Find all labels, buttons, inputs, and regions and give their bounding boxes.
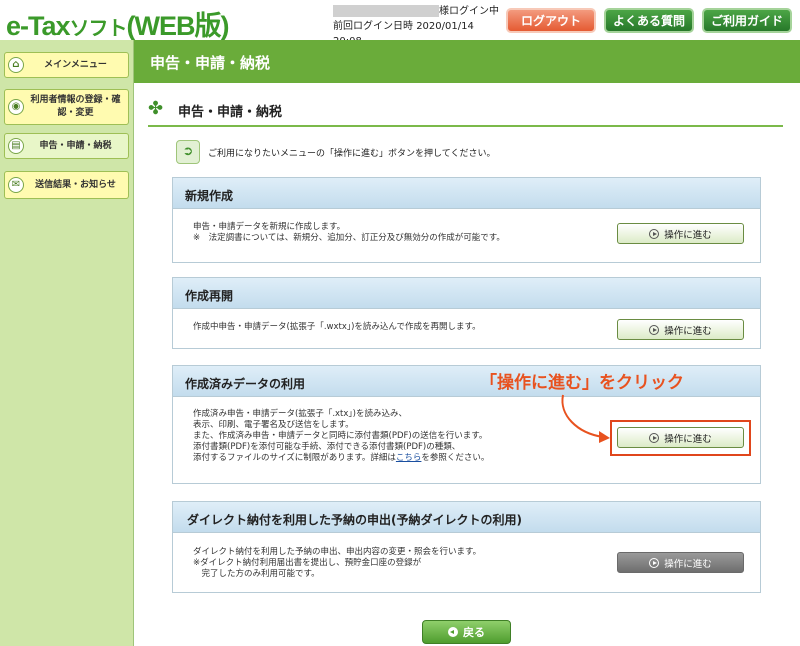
section-resume: 作成再開 作成中申告・申請データ(拡張子「.wxtx」)を読み込んで作成を再開し… xyxy=(172,277,761,349)
sidebar-item-user-info[interactable]: ◉ 利用者情報の登録・確認・変更 xyxy=(4,89,129,125)
proceed-button-resume[interactable]: 操作に進む xyxy=(617,319,744,340)
play-icon xyxy=(649,324,660,335)
user-icon: ◉ xyxy=(8,99,24,115)
button-label: 操作に進む xyxy=(664,558,712,570)
logo-web: (WEB版) xyxy=(126,11,230,41)
section-description: 申告・申請データを新規に作成します。 ※ 法定調書については、新規分、追加分、訂… xyxy=(193,222,505,244)
sidebar-item-label: 申告・申請・納税 xyxy=(39,140,112,151)
description-line: 作成中申告・申請データ(拡張子「.wxtx」)を読み込んで作成を再開します。 xyxy=(193,322,481,332)
sidebar-item-main-menu[interactable]: ⌂ メインメニュー xyxy=(4,52,129,78)
clover-icon: ✤ xyxy=(148,98,164,119)
description-line: 完了した方のみ利用可能です。 xyxy=(193,569,320,579)
home-icon: ⌂ xyxy=(8,57,24,73)
highlight-box xyxy=(610,420,751,456)
login-status: 様ログイン中 xyxy=(439,6,499,17)
section-title: ダイレクト納付を利用した予納の申出(予納ダイレクトの利用) xyxy=(187,513,522,527)
description-line: 申告・申請データを新規に作成します。 xyxy=(193,222,346,232)
description-line: ※ダイレクト納付利用届出書を提出し、預貯金口座の登録が xyxy=(193,558,422,568)
description-line: また、作成済み申告・申請データと同時に添付書類(PDF)の送信を行います。 xyxy=(193,431,488,441)
section-title: 作成済みデータの利用 xyxy=(185,377,306,391)
play-icon xyxy=(649,228,660,239)
back-label: 戻る xyxy=(463,626,485,639)
play-icon xyxy=(649,557,660,568)
back-arrow-icon xyxy=(448,627,458,637)
description-line: 表示、印刷、電子署名及び送信をします。 xyxy=(193,420,354,430)
button-label: 操作に進む xyxy=(664,325,712,337)
section-header: 作成再開 xyxy=(173,278,760,309)
sidebar: ⌂ メインメニュー ◉ 利用者情報の登録・確認・変更 ▤ 申告・申請・納税 ✉ … xyxy=(0,40,134,646)
last-login-label: 前回ログイン日時 xyxy=(333,21,413,32)
document-icon: ▤ xyxy=(8,138,24,154)
sidebar-item-filing[interactable]: ▤ 申告・申請・納税 xyxy=(4,133,129,159)
sidebar-item-label: メインメニュー xyxy=(44,59,107,70)
faq-button[interactable]: よくある質問 xyxy=(604,8,694,33)
etax-logo: e-Taxソフト(WEB版) xyxy=(6,4,230,43)
page-title: 申告・申請・納税 xyxy=(150,54,271,72)
section-direct-payment: ダイレクト納付を利用した予納の申出(予納ダイレクトの利用) ダイレクト納付を利用… xyxy=(172,501,761,593)
proceed-button-new[interactable]: 操作に進む xyxy=(617,223,744,244)
description-line-suffix: を参照ください。 xyxy=(421,453,490,463)
sidebar-item-label: 送信結果・お知らせ xyxy=(35,179,116,190)
details-link[interactable]: こちら xyxy=(396,453,422,463)
proceed-button-direct-disabled[interactable]: 操作に進む xyxy=(617,552,744,573)
login-info: 様ログイン中 前回ログイン日時 2020/01/14 20:08 xyxy=(333,4,501,47)
section-title: 新規作成 xyxy=(185,189,234,203)
section-title: 作成再開 xyxy=(185,289,234,303)
section-header: 新規作成 xyxy=(173,178,760,209)
section-heading: ✤ 申告・申請・納税 xyxy=(148,95,783,127)
logo-small: ソフト xyxy=(69,18,128,40)
description-line: ※ 法定調書については、新規分、追加分、訂正分及び無効分の作成が可能です。 xyxy=(193,233,505,243)
section-description: 作成済み申告・申請データ(拡張子「.xtx」)を読み込み、 表示、印刷、電子署名… xyxy=(193,409,489,464)
info-icon: ➲ xyxy=(176,140,200,164)
button-label: 操作に進む xyxy=(664,229,712,241)
section-description: ダイレクト納付を利用した予納の申出、申出内容の変更・照会を行います。 ※ダイレク… xyxy=(193,547,481,580)
guide-button[interactable]: ご利用ガイド xyxy=(702,8,792,33)
sidebar-item-label: 利用者情報の登録・確認・変更 xyxy=(30,95,121,118)
masked-user-name xyxy=(333,5,439,17)
sidebar-item-results[interactable]: ✉ 送信結果・お知らせ xyxy=(4,171,129,199)
title-bar: 申告・申請・納税 xyxy=(134,40,800,83)
header: e-Taxソフト(WEB版) 様ログイン中 前回ログイン日時 2020/01/1… xyxy=(0,0,800,47)
logout-button[interactable]: ログアウト xyxy=(506,8,596,33)
section-header: ダイレクト納付を利用した予納の申出(予納ダイレクトの利用) xyxy=(173,502,760,533)
annotation-text: 「操作に進む」をクリック xyxy=(480,373,684,393)
mail-icon: ✉ xyxy=(8,177,24,193)
heading-text: 申告・申請・納税 xyxy=(178,105,283,120)
description-line: ダイレクト納付を利用した予納の申出、申出内容の変更・照会を行います。 xyxy=(193,547,482,557)
back-button[interactable]: 戻る xyxy=(422,620,511,644)
instruction-text: ご利用になりたいメニューの「操作に進む」ボタンを押してください。 xyxy=(208,149,496,159)
instruction: ➲ ご利用になりたいメニューの「操作に進む」ボタンを押してください。 xyxy=(176,140,736,164)
description-line: 作成済み申告・申請データ(拡張子「.xtx」)を読み込み、 xyxy=(193,409,407,419)
description-line: 添付するファイルのサイズに制限があります。詳細は xyxy=(193,453,396,463)
section-description: 作成中申告・申請データ(拡張子「.wxtx」)を読み込んで作成を再開します。 xyxy=(193,322,481,333)
section-new: 新規作成 申告・申請データを新規に作成します。 ※ 法定調書については、新規分、… xyxy=(172,177,761,263)
description-line: 添付書類(PDF)を添付可能な手続、添付できる添付書類(PDF)の種類、 xyxy=(193,442,461,452)
annotation-arrow-icon xyxy=(561,394,610,443)
logo-main: e-Tax xyxy=(6,11,71,41)
